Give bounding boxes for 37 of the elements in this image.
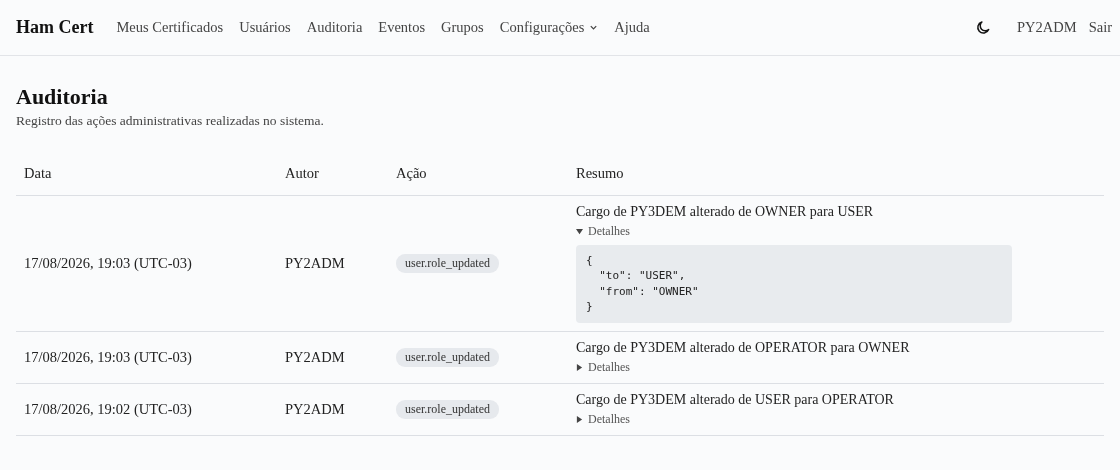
action-tag: user.role_updated	[396, 399, 499, 419]
logout-link[interactable]: Sair	[1088, 19, 1112, 36]
triangle-down-icon	[576, 228, 583, 235]
nav-link[interactable]: Ajuda	[614, 19, 650, 36]
details-toggle[interactable]: Detalhes	[576, 411, 630, 427]
date-text: 17/08/2026, 19:03 (UTC-03)	[24, 348, 192, 365]
date-text: 17/08/2026, 19:02 (UTC-03)	[24, 400, 192, 417]
triangle-right-icon	[576, 363, 583, 371]
chevron-down-icon	[589, 23, 599, 32]
details-toggle[interactable]: Detalhes	[576, 359, 630, 375]
moon-icon[interactable]	[976, 20, 991, 35]
author-text: PY2ADM	[285, 254, 345, 271]
column-header: Resumo	[576, 164, 624, 181]
page-subtitle: Registro das ações administrativas realizadas no sistema.	[16, 113, 325, 129]
nav-link[interactable]: Eventos	[378, 19, 426, 36]
user-name: PY2ADM	[1017, 19, 1077, 36]
column-header: Autor	[285, 164, 319, 181]
summary-text: Cargo de PY3DEM alterado de OPERATOR para OWNER	[576, 339, 911, 356]
column-header: Ação	[396, 164, 427, 181]
nav-link[interactable]: Grupos	[441, 19, 484, 36]
action-tag: user.role_updated	[396, 253, 499, 273]
nav-link[interactable]: Usuários	[239, 19, 291, 36]
nav-link[interactable]: Configurações	[499, 19, 599, 36]
author-text: PY2ADM	[285, 348, 345, 365]
details-code: { "to": "USER", "from": "OWNER" }	[576, 245, 1012, 323]
summary-text: Cargo de PY3DEM alterado de OWNER para USER	[576, 204, 875, 220]
page-title: Auditoria	[16, 84, 109, 110]
action-tag: user.role_updated	[396, 347, 499, 367]
brand-name[interactable]: Ham Cert	[16, 17, 94, 38]
details-toggle[interactable]: Detalhes	[576, 224, 630, 239]
date-text: 17/08/2026, 19:03 (UTC-03)	[24, 254, 192, 271]
triangle-right-icon	[576, 415, 583, 423]
author-text: PY2ADM	[285, 400, 345, 417]
summary-text: Cargo de PY3DEM alterado de USER para OPERATOR	[576, 391, 895, 408]
nav-link[interactable]: Meus Certificados	[116, 19, 224, 36]
column-header: Data	[24, 164, 52, 181]
nav-link[interactable]: Auditoria	[306, 19, 363, 36]
